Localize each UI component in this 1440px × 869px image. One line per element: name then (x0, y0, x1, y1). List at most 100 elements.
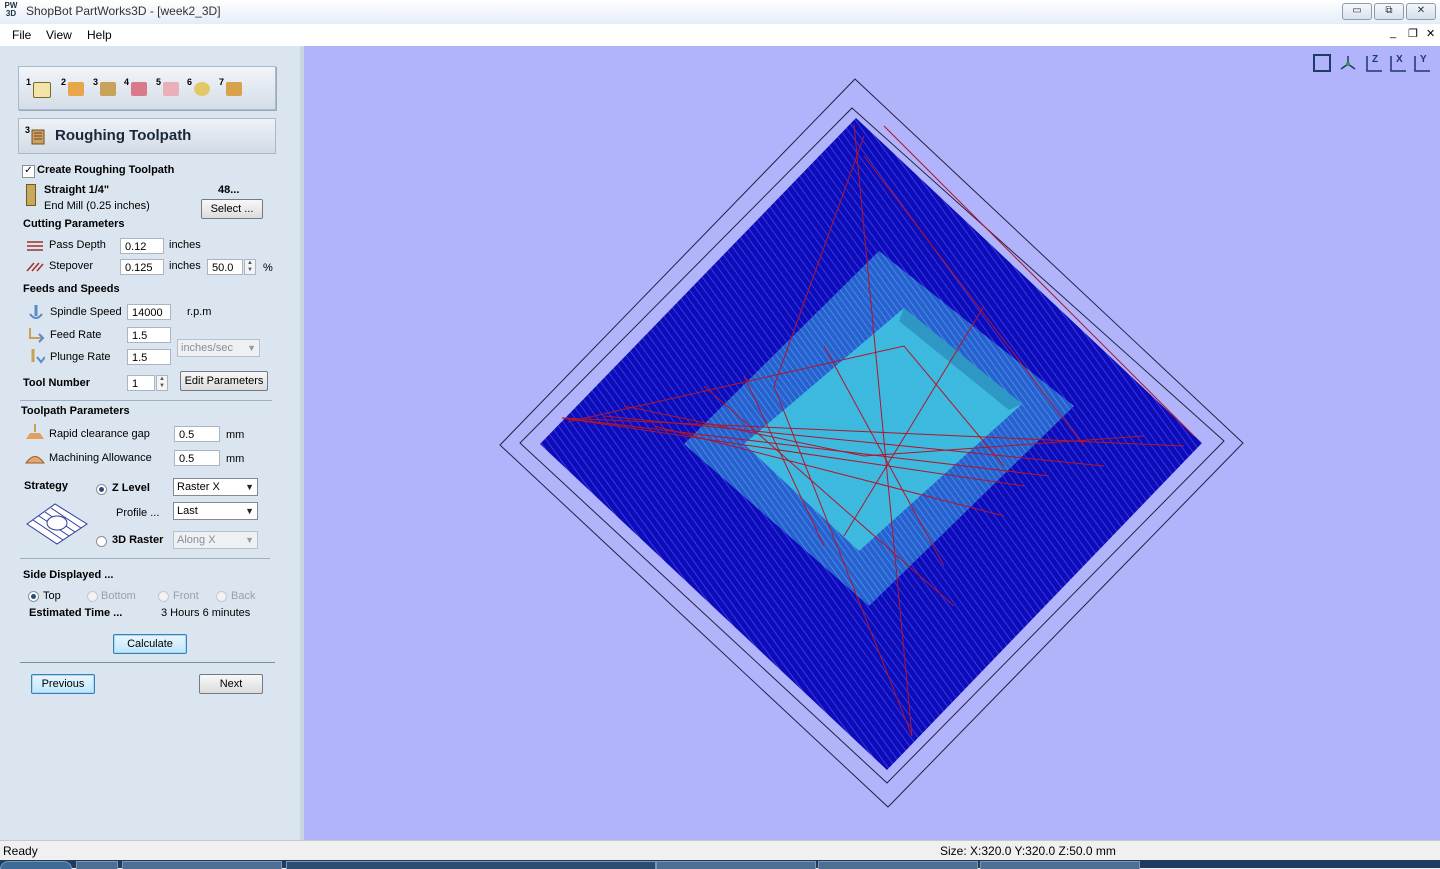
side-back-radio[interactable] (216, 591, 227, 602)
plunge-rate-icon (27, 348, 46, 364)
stage-toolbar: 1 2 3 4 5 6 7 (18, 66, 276, 110)
z-level-pattern-select[interactable]: Raster X ▼ (173, 478, 258, 496)
create-roughing-label: Create Roughing Toolpath (37, 164, 175, 176)
stepover-percent-input[interactable]: 50.0 (207, 259, 243, 275)
plunge-rate-input[interactable]: 1.5 (127, 349, 171, 365)
stepover-icon (26, 259, 44, 275)
strategy-diagram-icon (25, 498, 89, 548)
side-front-radio[interactable] (158, 591, 169, 602)
chevron-down-icon: ▼ (247, 343, 256, 353)
toolpath-panel: 1 2 3 4 5 6 7 3 Roughing Toolpath ✓ Crea… (0, 46, 304, 840)
cutout-icon (163, 82, 179, 96)
tool-number-spinner[interactable]: ▲ ▼ (156, 375, 168, 391)
divider (20, 558, 270, 559)
stage-4-button[interactable]: 4 (123, 77, 151, 101)
stage-1-button[interactable]: 1 (25, 77, 53, 101)
menu-bar: File View Help _ ❐ ✕ (0, 24, 1440, 47)
spindle-speed-input[interactable]: 14000 (127, 304, 171, 320)
side-bottom-label: Bottom (101, 590, 136, 602)
feed-rate-input[interactable]: 1.5 (127, 327, 171, 343)
calculate-button[interactable]: Calculate (113, 634, 187, 654)
menu-view[interactable]: View (46, 28, 72, 42)
divider (20, 400, 272, 401)
cube-icon (33, 82, 51, 98)
feeds-speeds-heading: Feeds and Speeds (23, 283, 120, 295)
divider (20, 662, 275, 663)
profile-select[interactable]: Last ▼ (173, 502, 258, 520)
next-button[interactable]: Next (199, 674, 263, 694)
rate-unit-select[interactable]: inches/sec ▼ (177, 339, 260, 357)
preview-icon (194, 82, 210, 96)
menu-help[interactable]: Help (87, 28, 112, 42)
3d-raster-radio[interactable] (96, 536, 107, 547)
finishing-icon (131, 82, 147, 96)
window-title: ShopBot PartWorks3D - [week2_3D] (26, 4, 221, 18)
pass-depth-unit: inches (169, 239, 201, 251)
side-displayed-heading: Side Displayed ... (23, 569, 114, 581)
spindle-speed-unit: r.p.m (187, 306, 212, 318)
menu-file[interactable]: File (12, 28, 31, 42)
tool-number-input[interactable]: 1 (127, 375, 155, 391)
previous-button[interactable]: Previous (31, 674, 95, 694)
tool-name: Straight 1/4" (44, 184, 110, 196)
stepover-percent-spinner[interactable]: ▲ ▼ (244, 259, 256, 275)
percent-sign: % (263, 262, 273, 274)
side-top-radio[interactable] (28, 591, 39, 602)
chevron-down-icon: ▼ (245, 506, 254, 516)
3d-raster-label: 3D Raster (112, 534, 164, 546)
title-bar: PW 3D ShopBot PartWorks3D - [week2_3D] ▭… (0, 0, 1440, 25)
mdi-restore-button[interactable]: ❐ (1408, 27, 1418, 40)
roughing-toolpath-icon: 3 (25, 125, 47, 147)
close-button[interactable]: ✕ (1406, 3, 1436, 20)
profile-label: Profile ... (116, 507, 160, 519)
tool-description: End Mill (0.25 inches) (44, 200, 150, 212)
3d-raster-select[interactable]: Along X ▼ (173, 531, 258, 549)
estimated-time-label: Estimated Time ... (29, 607, 123, 619)
chevron-down-icon: ▼ (245, 482, 254, 492)
spindle-icon (27, 304, 45, 320)
select-tool-button[interactable]: Select ... (201, 199, 263, 219)
stage-3-button[interactable]: 3 (92, 77, 120, 101)
stage-6-button[interactable]: 6 (186, 77, 214, 101)
machining-allowance-input[interactable]: 0.5 (174, 450, 220, 466)
edit-parameters-button[interactable]: Edit Parameters (180, 371, 268, 391)
tool-number-label: Tool Number (23, 377, 91, 389)
z-level-radio[interactable] (96, 484, 107, 495)
pass-depth-icon (26, 238, 44, 254)
end-mill-icon (26, 184, 36, 206)
machining-allowance-unit: mm (226, 453, 245, 465)
app-logo-icon: PW 3D (4, 1, 18, 18)
stage-5-button[interactable]: 5 (155, 77, 183, 101)
z-level-label: Z Level (112, 482, 150, 494)
side-bottom-radio[interactable] (87, 591, 98, 602)
rapid-clearance-input[interactable]: 0.5 (174, 426, 220, 442)
spindle-speed-label: Spindle Speed (50, 306, 122, 318)
machining-allowance-icon (25, 448, 45, 464)
feed-rate-label: Feed Rate (50, 329, 102, 341)
toolpath-render (499, 78, 1244, 808)
material-size-readout: Size: X:320.0 Y:320.0 Z:50.0 mm (940, 844, 1116, 858)
panel-header: 3 Roughing Toolpath (18, 118, 276, 154)
toolpath-parameters-heading: Toolpath Parameters (21, 405, 130, 417)
mdi-minimize-button[interactable]: _ (1390, 27, 1396, 39)
side-back-label: Back (231, 590, 256, 602)
create-roughing-checkbox[interactable]: ✓ (22, 165, 35, 178)
rapid-clearance-icon (25, 423, 44, 439)
chevron-down-icon: ▼ (245, 535, 254, 545)
3d-viewport[interactable]: Z X Y (304, 46, 1440, 840)
stepover-label: Stepover (49, 260, 94, 272)
minimize-button[interactable]: ▭ (1342, 3, 1372, 20)
strategy-heading: Strategy (24, 480, 69, 492)
cutting-parameters-heading: Cutting Parameters (23, 218, 125, 230)
tool-number-short: 48... (218, 184, 240, 196)
status-bar: Ready Size: X:320.0 Y:320.0 Z:50.0 mm (0, 840, 1440, 861)
mdi-close-button[interactable]: ✕ (1426, 27, 1435, 40)
pass-depth-input[interactable]: 0.12 (120, 238, 164, 254)
maximize-button[interactable]: ⧉ (1374, 3, 1404, 20)
stepover-input[interactable]: 0.125 (120, 259, 164, 275)
stage-2-button[interactable]: 2 (60, 77, 88, 101)
stepover-unit: inches (169, 260, 201, 272)
panel-title: Roughing Toolpath (55, 127, 192, 144)
stage-7-button[interactable]: 7 (218, 77, 246, 101)
import-icon (68, 82, 84, 96)
